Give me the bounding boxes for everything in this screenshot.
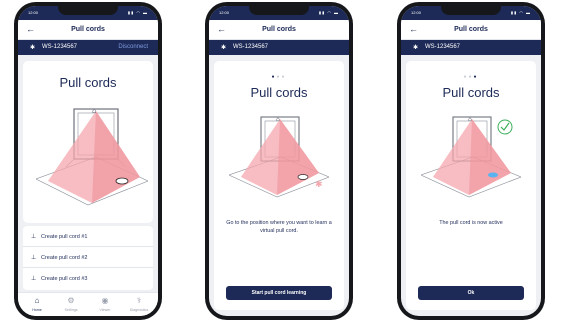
page-dot: ● — [281, 74, 287, 80]
list-item[interactable]: ⊥ Create pull cord #3 — [23, 268, 153, 289]
card-title: Pull cords — [250, 85, 308, 100]
instruction-text: Go to the position where you want to lea… — [226, 220, 332, 234]
pull-cord-icon: ⊥ — [31, 255, 37, 261]
tab-diagnostics[interactable]: ⚕ Diagnostics — [122, 296, 156, 312]
home-screen: 12:00 ▮▮ ◠ ▬ ← Pull cords ✱ WS-1234567 D… — [18, 6, 158, 316]
phone-learning: 12:00 ▮▮ ◠ ▬ ← Pull cords ✱ WS-1234567 ●… — [205, 2, 353, 320]
app-header: ← Pull cords — [18, 20, 158, 40]
tab-bar: ⌂ Home ⚙ Settings ◉ Viewer ⚕ Diagnostics — [18, 292, 158, 316]
page-title: Pull cords — [454, 26, 488, 33]
home-icon: ⌂ — [34, 296, 40, 305]
pull-cord-marker — [115, 177, 129, 185]
sensor-illustration: ⌂ — [421, 116, 521, 198]
sensor-illustration: ⌂ — [36, 107, 148, 206]
list-item-label: Create pull cord #3 — [41, 276, 88, 282]
app-header: ← Pull cords — [209, 20, 349, 40]
page-indicator: ●●● — [214, 74, 344, 80]
phone-notch — [249, 6, 309, 15]
device-name: WS-1234567 — [233, 44, 269, 50]
status-time: 12:00 — [411, 10, 422, 15]
tab-label: Settings — [64, 308, 78, 312]
check-circle-icon — [497, 119, 513, 135]
device-name: WS-1234567 — [42, 44, 78, 50]
page-indicator: ●●● — [406, 74, 536, 80]
card-title: Pull cords — [59, 75, 117, 90]
tab-label: Viewer — [99, 308, 111, 312]
pull-cords-card: Pull cords ⌂ — [23, 61, 153, 223]
start-learning-button[interactable]: Start pull cord learning — [226, 286, 332, 300]
sensor-icon: ⌂ — [92, 107, 96, 115]
device-name: WS-1234567 — [425, 44, 461, 50]
status-icons: ▮▮ ◠ ▬ — [318, 10, 339, 15]
onboarding-card: ●●● Pull cords ⌂ The pull cord is now ac… — [406, 61, 536, 310]
pull-cord-marker — [297, 174, 309, 180]
status-time: 12:00 — [219, 10, 230, 15]
phone-home: 12:00 ▮▮ ◠ ▬ ← Pull cords ✱ WS-1234567 D… — [14, 2, 162, 320]
stethoscope-icon: ⚕ — [136, 296, 142, 305]
detection-cone-side — [469, 119, 511, 195]
sensor-icon: ⌂ — [276, 116, 280, 123]
tab-label: Home — [32, 308, 42, 312]
gear-icon: ⚙ — [67, 296, 75, 305]
status-time: 12:00 — [28, 10, 39, 15]
tab-home[interactable]: ⌂ Home — [20, 296, 54, 312]
page-title: Pull cords — [262, 26, 296, 33]
check-mark — [500, 122, 510, 131]
phone-notch — [441, 6, 501, 15]
device-bar: ✱ WS-1234567 — [209, 40, 349, 55]
onboarding-card: ●●● Pull cords ⌂ ✱ Go to the position wh… — [214, 61, 344, 310]
bluetooth-icon: ✱ — [221, 45, 227, 51]
status-icons: ▮▮ ◠ ▬ — [127, 10, 148, 15]
sensor-illustration: ⌂ ✱ — [229, 116, 329, 198]
list-item-label: Create pull cord #1 — [41, 234, 88, 240]
page-dot-active: ● — [473, 74, 479, 80]
tab-label: Diagnostics — [129, 308, 149, 312]
pull-cord-icon: ⊥ — [31, 234, 37, 240]
detection-cone-side — [277, 119, 319, 195]
device-bar: ✱ WS-1234567 — [401, 40, 541, 55]
sensor-icon: ⌂ — [468, 116, 472, 123]
list-item-label: Create pull cord #2 — [41, 255, 88, 261]
detection-cone-side — [92, 111, 140, 203]
pull-cord-icon: ⊥ — [31, 276, 37, 282]
learning-screen: 12:00 ▮▮ ◠ ▬ ← Pull cords ✱ WS-1234567 ●… — [209, 6, 349, 316]
active-screen: 12:00 ▮▮ ◠ ▬ ← Pull cords ✱ WS-1234567 ●… — [401, 6, 541, 316]
phone-notch — [58, 6, 118, 15]
bluetooth-icon: ✱ — [413, 45, 419, 51]
status-icons: ▮▮ ◠ ▬ — [510, 10, 531, 15]
page-title: Pull cords — [71, 26, 105, 33]
card-title: Pull cords — [442, 85, 500, 100]
phone-active: 12:00 ▮▮ ◠ ▬ ← Pull cords ✱ WS-1234567 ●… — [397, 2, 545, 320]
ok-button[interactable]: Ok — [418, 286, 524, 300]
eye-icon: ◉ — [101, 296, 109, 305]
bluetooth-icon: ✱ — [30, 45, 36, 51]
pull-cord-list: ⊥ Create pull cord #1 ⊥ Create pull cord… — [23, 226, 153, 290]
app-header: ← Pull cords — [401, 20, 541, 40]
active-pull-cord-marker — [488, 172, 498, 178]
tab-settings[interactable]: ⚙ Settings — [54, 296, 88, 312]
status-text: The pull cord is now active — [439, 220, 503, 226]
disconnect-button[interactable]: Disconnect — [118, 44, 148, 50]
list-item[interactable]: ⊥ Create pull cord #2 — [23, 247, 153, 268]
device-bar: ✱ WS-1234567 Disconnect — [18, 40, 158, 55]
list-item[interactable]: ⊥ Create pull cord #1 — [23, 226, 153, 247]
tab-viewer[interactable]: ◉ Viewer — [88, 296, 122, 312]
person-icon: ✱ — [315, 180, 323, 190]
